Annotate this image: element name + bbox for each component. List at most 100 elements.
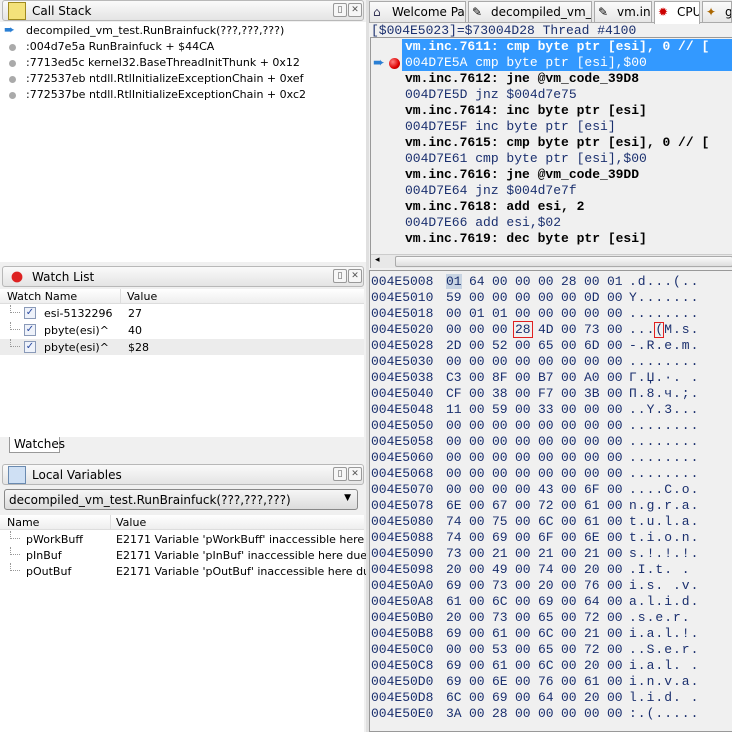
watch-enabled-checkbox[interactable]: ✓ [24, 341, 36, 353]
memory-byte[interactable]: 6C [492, 594, 508, 609]
memory-byte[interactable]: 00 [492, 274, 508, 289]
memory-byte[interactable]: 49 [492, 562, 508, 577]
memory-byte[interactable]: 6F [538, 530, 554, 545]
local-var-row[interactable]: pOutBuf E2171 Variable 'pOutBuf' inaccess… [0, 563, 391, 579]
memory-byte[interactable]: 00 [607, 306, 623, 321]
memory-byte[interactable]: 00 [469, 594, 485, 609]
memory-byte[interactable]: 00 [469, 482, 485, 497]
memory-byte[interactable]: 00 [492, 290, 508, 305]
close-icon[interactable]: ✕ [348, 269, 362, 283]
tab-watches[interactable]: Watches [9, 437, 65, 453]
memory-byte[interactable]: 00 [607, 450, 623, 465]
call-stack-item[interactable]: :004d7e5a RunBrainfuck + $44CA [0, 39, 366, 55]
memory-byte[interactable]: 00 [515, 402, 531, 417]
memory-byte[interactable]: 4D [538, 322, 554, 337]
memory-byte[interactable]: 00 [561, 514, 577, 529]
memory-byte[interactable]: 20 [584, 690, 600, 705]
memory-byte[interactable]: 61 [446, 594, 462, 609]
tab-welcome-page[interactable]: ⌂Welcome Page [369, 1, 466, 22]
memory-byte[interactable]: 00 [607, 674, 623, 689]
memory-byte[interactable]: 00 [446, 642, 462, 657]
memory-byte[interactable]: 00 [561, 386, 577, 401]
call-stack-item[interactable]: ➨ decompiled_vm_test.RunBrainfuck(???,???… [0, 23, 366, 39]
memory-byte[interactable]: 00 [561, 594, 577, 609]
memory-byte[interactable]: 72 [538, 498, 554, 513]
memory-byte[interactable]: 00 [561, 466, 577, 481]
memory-byte[interactable]: 64 [584, 594, 600, 609]
local-var-row[interactable]: pWorkBuff E2171 Variable 'pWorkBuff' inac… [0, 531, 392, 547]
memory-byte[interactable]: 59 [446, 290, 462, 305]
memory-byte[interactable]: 00 [515, 546, 531, 561]
memory-byte[interactable]: 00 [607, 690, 623, 705]
memory-byte[interactable]: 20 [446, 610, 462, 625]
memory-byte[interactable]: 00 [607, 642, 623, 657]
memory-byte[interactable]: 00 [561, 434, 577, 449]
source-line[interactable]: vm.inc.7614: inc byte ptr [esi] [405, 103, 647, 119]
source-line[interactable]: vm.inc.7616: jne @vm_code_39DD [405, 167, 639, 183]
memory-byte[interactable]: 00 [469, 546, 485, 561]
pin-icon[interactable]: ▯ [333, 269, 347, 283]
memory-byte[interactable]: 00 [538, 434, 554, 449]
memory-byte[interactable]: 28 [492, 706, 508, 721]
memory-byte[interactable]: 00 [515, 562, 531, 577]
asm-line[interactable]: 004D7E5D jnz $004d7e75 [405, 87, 577, 103]
memory-byte[interactable]: 00 [561, 610, 577, 625]
memory-byte[interactable]: 00 [607, 418, 623, 433]
memory-byte[interactable]: 59 [492, 402, 508, 417]
col-name[interactable]: Name [7, 516, 39, 529]
tab-cpu[interactable]: ✹ CPU [654, 1, 700, 24]
memory-byte[interactable]: 00 [469, 450, 485, 465]
memory-byte[interactable]: 00 [561, 658, 577, 673]
col-value[interactable]: Value [116, 516, 146, 529]
memory-byte[interactable]: 00 [469, 514, 485, 529]
horizontal-scrollbar[interactable]: ◂ [371, 254, 732, 268]
memory-byte[interactable]: 00 [469, 674, 485, 689]
memory-byte[interactable]: 00 [561, 322, 577, 337]
memory-byte[interactable]: 00 [469, 610, 485, 625]
memory-byte[interactable]: 00 [469, 322, 485, 337]
memory-byte[interactable]: 00 [515, 514, 531, 529]
memory-byte[interactable]: 00 [584, 434, 600, 449]
memory-byte[interactable]: 00 [515, 498, 531, 513]
memory-byte[interactable]: 00 [538, 274, 554, 289]
memory-byte[interactable]: 00 [469, 498, 485, 513]
memory-byte[interactable]: 69 [446, 658, 462, 673]
memory-byte[interactable]: 00 [538, 306, 554, 321]
memory-byte[interactable]: 00 [515, 338, 531, 353]
memory-byte[interactable]: 00 [607, 562, 623, 577]
memory-byte[interactable]: 00 [469, 690, 485, 705]
memory-byte[interactable]: 53 [492, 642, 508, 657]
memory-byte[interactable]: 00 [607, 434, 623, 449]
memory-byte[interactable]: 76 [538, 674, 554, 689]
memory-byte[interactable]: 0D [584, 290, 600, 305]
memory-byte[interactable]: 00 [561, 482, 577, 497]
close-icon[interactable]: ✕ [348, 3, 362, 17]
memory-byte[interactable]: 00 [538, 450, 554, 465]
memory-byte[interactable]: 00 [515, 594, 531, 609]
memory-byte[interactable]: 00 [515, 578, 531, 593]
memory-byte[interactable]: 00 [469, 354, 485, 369]
memory-byte[interactable]: 00 [561, 306, 577, 321]
scrollbar-thumb[interactable] [395, 256, 732, 267]
memory-byte[interactable]: 01 [469, 306, 485, 321]
memory-byte[interactable]: 00 [538, 466, 554, 481]
memory-byte[interactable]: 00 [469, 290, 485, 305]
memory-byte[interactable]: 00 [561, 338, 577, 353]
memory-byte[interactable]: 74 [538, 562, 554, 577]
call-stack-item[interactable]: :7713ed5c kernel32.BaseThreadInitThunk +… [0, 55, 366, 71]
memory-byte[interactable]: B7 [538, 370, 554, 385]
memory-byte[interactable]: 00 [469, 578, 485, 593]
memory-byte[interactable]: 64 [469, 274, 485, 289]
memory-byte[interactable]: 00 [469, 386, 485, 401]
memory-byte[interactable]: 00 [561, 530, 577, 545]
memory-byte[interactable]: 00 [607, 706, 623, 721]
memory-byte[interactable]: 00 [607, 290, 623, 305]
memory-byte[interactable]: 00 [515, 466, 531, 481]
memory-byte[interactable]: 00 [561, 498, 577, 513]
local-var-row[interactable]: pInBuf E2171 Variable 'pInBuf' inaccessib… [0, 547, 392, 563]
frame-select[interactable]: decompiled_vm_test.RunBrainfuck(???,???,… [4, 489, 358, 510]
watch-enabled-checkbox[interactable]: ✓ [24, 307, 36, 319]
memory-byte[interactable]: 20 [446, 562, 462, 577]
pin-icon[interactable]: ▯ [333, 3, 347, 17]
memory-byte[interactable]: 6D [584, 338, 600, 353]
